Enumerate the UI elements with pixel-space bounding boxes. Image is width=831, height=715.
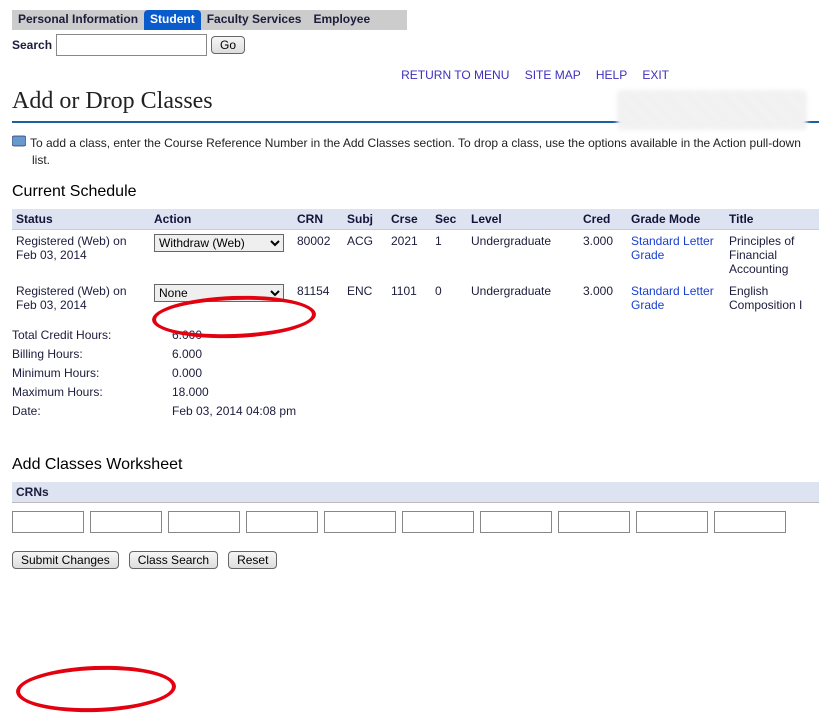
tab-employee[interactable]: Employee: [307, 10, 376, 30]
link-site-map[interactable]: SITE MAP: [525, 68, 581, 82]
info-icon: [12, 135, 26, 147]
col-crse: Crse: [387, 209, 431, 230]
tab-student[interactable]: Student: [144, 10, 201, 30]
max-label: Maximum Hours:: [12, 383, 172, 402]
cell-title: Principles of Financial Accounting: [725, 229, 819, 280]
col-sec: Sec: [431, 209, 467, 230]
cell-sec: 0: [431, 280, 467, 316]
annotation-circle-submit: [15, 663, 177, 715]
cell-crn: 80002: [293, 229, 343, 280]
tab-faculty-services[interactable]: Faculty Services: [201, 10, 308, 30]
cell-crn: 81154: [293, 280, 343, 316]
col-cred: Cred: [579, 209, 627, 230]
cell-crse: 2021: [387, 229, 431, 280]
worksheet-heading: Add Classes Worksheet: [12, 456, 819, 474]
tab-personal-information[interactable]: Personal Information: [12, 10, 144, 30]
crn-input[interactable]: [324, 511, 396, 533]
col-crn: CRN: [293, 209, 343, 230]
info-text-content: To add a class, enter the Course Referen…: [30, 136, 801, 167]
crn-input[interactable]: [558, 511, 630, 533]
cell-action: None: [150, 280, 293, 316]
search-label: Search: [12, 38, 52, 52]
action-select[interactable]: Withdraw (Web): [154, 234, 284, 252]
cell-cred: 3.000: [579, 280, 627, 316]
cell-level: Undergraduate: [467, 229, 579, 280]
total-credit-value: 6.000: [172, 328, 202, 342]
search-row: Search Go: [12, 34, 819, 56]
col-subj: Subj: [343, 209, 387, 230]
crn-input[interactable]: [402, 511, 474, 533]
date-label: Date:: [12, 402, 172, 421]
cell-subj: ACG: [343, 229, 387, 280]
date-value: Feb 03, 2014 04:08 pm: [172, 404, 296, 418]
cell-level: Undergraduate: [467, 280, 579, 316]
link-return-to-menu[interactable]: RETURN TO MENU: [401, 68, 509, 82]
col-level: Level: [467, 209, 579, 230]
current-schedule-heading: Current Schedule: [12, 183, 819, 201]
crn-input[interactable]: [480, 511, 552, 533]
crn-input[interactable]: [636, 511, 708, 533]
max-value: 18.000: [172, 385, 209, 399]
go-button[interactable]: Go: [211, 36, 245, 54]
min-label: Minimum Hours:: [12, 364, 172, 383]
crn-input[interactable]: [168, 511, 240, 533]
min-value: 0.000: [172, 366, 202, 380]
schedule-header-row: Status Action CRN Subj Crse Sec Level Cr…: [12, 209, 819, 230]
total-credit-label: Total Credit Hours:: [12, 326, 172, 345]
col-status: Status: [12, 209, 150, 230]
cell-status: Registered (Web) on Feb 03, 2014: [12, 280, 150, 316]
totals-block: Total Credit Hours:6.000 Billing Hours:6…: [12, 326, 819, 422]
link-exit[interactable]: EXIT: [642, 68, 669, 82]
col-grade-mode: Grade Mode: [627, 209, 725, 230]
table-row: Registered (Web) on Feb 03, 2014Withdraw…: [12, 229, 819, 280]
cell-status: Registered (Web) on Feb 03, 2014: [12, 229, 150, 280]
link-help[interactable]: HELP: [596, 68, 627, 82]
cell-sec: 1: [431, 229, 467, 280]
crn-input[interactable]: [246, 511, 318, 533]
button-row: Submit Changes Class Search Reset: [12, 551, 819, 569]
billing-label: Billing Hours:: [12, 345, 172, 364]
schedule-table: Status Action CRN Subj Crse Sec Level Cr…: [12, 209, 819, 316]
submit-changes-button[interactable]: Submit Changes: [12, 551, 119, 569]
reset-button[interactable]: Reset: [228, 551, 277, 569]
cell-crse: 1101: [387, 280, 431, 316]
table-row: Registered (Web) on Feb 03, 2014None 8115…: [12, 280, 819, 316]
crn-input[interactable]: [714, 511, 786, 533]
user-info-redacted: [617, 90, 807, 130]
search-input[interactable]: [56, 34, 207, 56]
col-action: Action: [150, 209, 293, 230]
cell-cred: 3.000: [579, 229, 627, 280]
cell-grade-mode[interactable]: Standard Letter Grade: [627, 229, 725, 280]
cell-action: Withdraw (Web): [150, 229, 293, 280]
tab-bar: Personal Information Student Faculty Ser…: [12, 10, 407, 30]
crn-inputs-row: [12, 511, 819, 533]
cell-subj: ENC: [343, 280, 387, 316]
billing-value: 6.000: [172, 347, 202, 361]
crns-label: CRNs: [12, 482, 819, 503]
info-text: To add a class, enter the Course Referen…: [12, 135, 819, 169]
crn-input[interactable]: [90, 511, 162, 533]
col-title: Title: [725, 209, 819, 230]
class-search-button[interactable]: Class Search: [129, 551, 218, 569]
action-select[interactable]: None: [154, 284, 284, 302]
cell-grade-mode[interactable]: Standard Letter Grade: [627, 280, 725, 316]
crn-input[interactable]: [12, 511, 84, 533]
cell-title: English Composition I: [725, 280, 819, 316]
top-links: RETURN TO MENU SITE MAP HELP EXIT: [12, 68, 819, 82]
